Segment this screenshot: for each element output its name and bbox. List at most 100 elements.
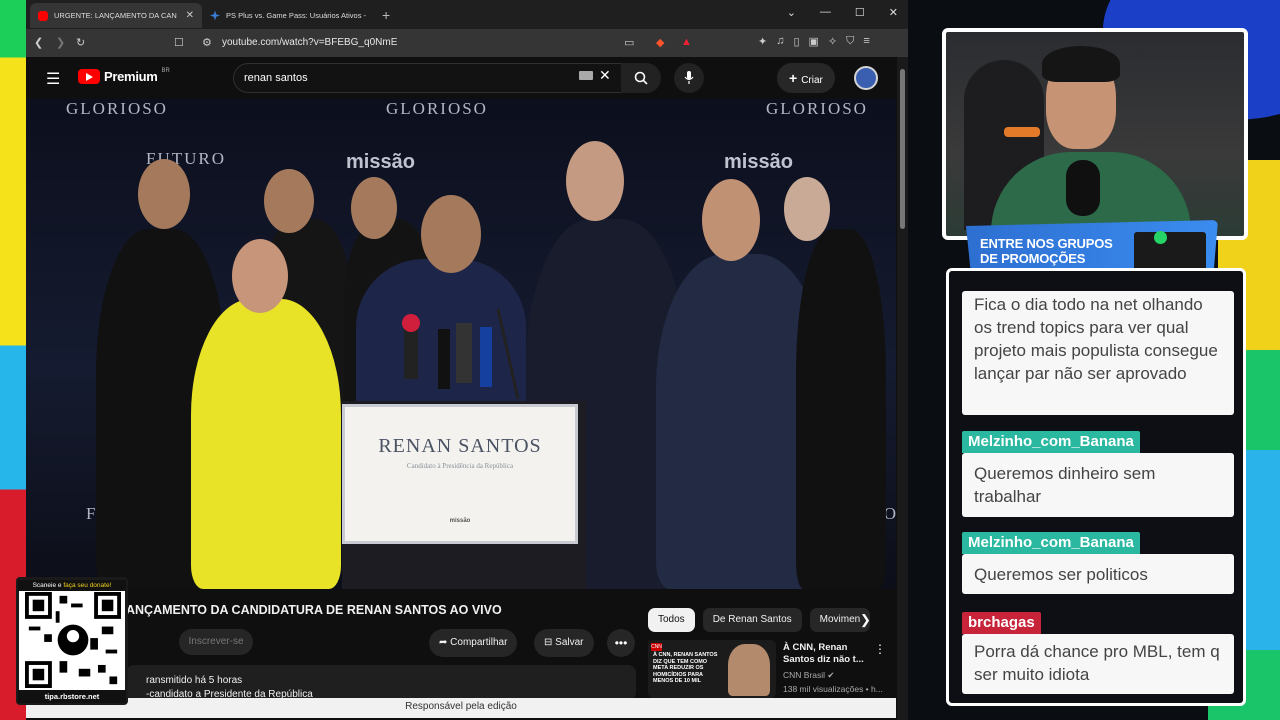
chip-from-channel[interactable]: De Renan Santos [702,608,802,632]
scrollbar-thumb[interactable] [900,69,905,229]
podium-sign: RENAN SANTOS Candidato à Presidência da … [342,404,578,544]
qr-header: Scaneie e faça seu donate! [18,580,126,591]
sidebar-icon[interactable]: ▯ [793,35,799,48]
pc-setup-image [1134,232,1206,272]
microphones-icon [402,309,520,399]
chips-next-icon[interactable]: ❯ [860,612,871,628]
save-button[interactable]: ⊟ Salvar [534,629,594,657]
site-info-icon[interactable]: ⚙ [202,36,212,49]
reload-icon[interactable]: ↻ [76,36,85,49]
streamer-hair [1042,46,1120,82]
tab-list-icon[interactable]: ⌄ [787,6,796,19]
person-head [264,169,314,233]
backdrop-text: GLORIOSO [386,99,488,118]
backdrop-text: missão [346,151,415,173]
close-window-icon[interactable]: ✕ [889,6,898,19]
keyboard-icon[interactable] [579,71,593,80]
scrollbar[interactable] [897,57,908,720]
wallet-icon[interactable]: ▣ [809,35,819,48]
tab-title: PS Plus vs. Game Pass: Usuários Ativos -… [226,11,366,20]
address-bar: ❮ ❯ ↻ ☐ ⚙ youtube.com/watch?v=BFEBG_q0Nm… [26,29,908,57]
chat-message: Queremos dinheiro sem trabalhar [962,453,1234,517]
video-title: ANÇAMENTO DA CANDIDATURA DE RENAN SANTOS… [126,603,502,617]
video-player[interactable]: GLORIOSO GLORIOSO GLORIOSO FUTURO missão… [26,99,896,589]
youtube-play-icon [78,69,100,84]
guide-menu-icon[interactable]: ☰ [46,69,60,89]
share-label: Compartilhar [450,637,508,648]
account-avatar[interactable] [854,66,878,90]
rewards-icon[interactable]: ▲ [681,36,692,48]
minimize-icon[interactable]: — [820,6,831,19]
browser-window: URGENTE: LANÇAMENTO DA CAN ✕ PS Plus vs.… [26,0,908,720]
qr-header-link: faça seu donate! [63,582,112,589]
related-title[interactable]: À CNN, Renan Santos diz não t... [783,642,869,666]
save-label: Salvar [555,637,584,648]
related-thumbnail[interactable]: CNN À CNN, RENAN SANTOS DIZ QUE TEM COMO… [648,640,776,698]
youtube-header: ☰ Premium BR renan santos ✕ + Criar [26,57,908,99]
share-button[interactable]: ➦ Compartilhar [429,629,518,657]
chat-message: Fica o dia todo na net olhando os trend … [962,291,1234,415]
region-code: BR [161,67,170,74]
extensions-area: ✦ ♫ ▯ ▣ ✧ ⛉ ≡ [758,35,870,48]
backdrop-text: GLORIOSO [66,99,168,118]
person-head [232,239,288,313]
back-icon[interactable]: ❮ [34,36,43,49]
bookmark-icon[interactable]: ☐ [174,36,184,49]
tab-youtube[interactable]: URGENTE: LANÇAMENTO DA CAN ✕ [30,3,202,28]
new-tab-button[interactable]: + [382,7,390,23]
media-icon[interactable]: ♫ [776,35,784,48]
chat-username: Melzinho_com_Banana [962,431,1140,453]
person-head [138,159,190,229]
related-chips: Todos De Renan Santos Movimen [648,608,871,632]
qr-footer: tipa.rbstore.net [18,690,126,703]
related-menu-icon[interactable]: ⋮ [874,642,886,656]
chat-message: Porra dá chance pro MBL, tem q ser muito… [962,634,1234,694]
backdrop-text: GLORIOSO [766,99,868,118]
bookmark-save-icon: ⊟ [544,637,556,648]
tab-gemini[interactable]: PS Plus vs. Game Pass: Usuários Ativos -… [202,3,374,28]
person-head [702,179,760,261]
url-field[interactable]: youtube.com/watch?v=BFEBG_q0NmE [222,37,397,48]
verified-icon: ✔ [827,670,835,680]
vpn-icon[interactable]: ⛉ [846,35,854,48]
chair-light [1004,127,1040,137]
create-button[interactable]: + Criar [777,63,835,93]
related-meta: 138 mil visualizações • h... [783,684,883,694]
status-bar: Responsável pela edição [26,698,896,718]
person-head [421,195,481,273]
gemini-favicon-icon [210,10,220,21]
maximize-icon[interactable]: ☐ [855,6,865,19]
brave-shield-icon[interactable]: ◆ [656,36,664,49]
youtube-logo[interactable]: Premium BR [78,67,170,84]
ai-icon[interactable]: ✧ [828,35,837,48]
description-line: ransmitido há 5 horas [146,675,243,686]
streamer-microphone [1066,160,1100,216]
cast-icon[interactable]: ▭ [624,36,634,49]
more-actions-button[interactable]: ••• [607,629,635,657]
voice-search-button[interactable] [674,63,704,93]
person-head [784,177,830,241]
thumbnail-person [728,644,770,696]
search-button[interactable] [621,63,661,93]
window-controls: ⌄ — ☐ ✕ [787,6,898,19]
cnn-logo: CNN [651,643,662,651]
podium-logo: missão [449,518,471,524]
person [796,229,886,589]
person-head [351,177,397,239]
subscribe-button[interactable]: Inscrever-se [179,629,253,655]
youtube-favicon-icon [38,10,48,21]
qr-header-text: Scaneie e [32,582,64,589]
close-tab-icon[interactable]: ✕ [186,10,194,21]
share-icon: ➦ [439,637,451,648]
clear-search-icon[interactable]: ✕ [599,67,611,84]
related-video[interactable]: CNN À CNN, RENAN SANTOS DIZ QUE TEM COMO… [648,640,888,700]
extensions-icon[interactable]: ✦ [758,35,767,48]
screen: URGENTE: LANÇAMENTO DA CAN ✕ PS Plus vs.… [0,0,1280,720]
menu-icon[interactable]: ≡ [863,35,869,48]
related-channel: CNN Brasil ✔ [783,670,835,680]
forward-icon[interactable]: ❯ [56,36,65,49]
description-box[interactable]: ransmitido há 5 horas -candidato a Presi… [126,665,636,700]
chip-all[interactable]: Todos [648,608,695,632]
person-head [566,141,624,221]
microphone-icon [684,71,694,84]
